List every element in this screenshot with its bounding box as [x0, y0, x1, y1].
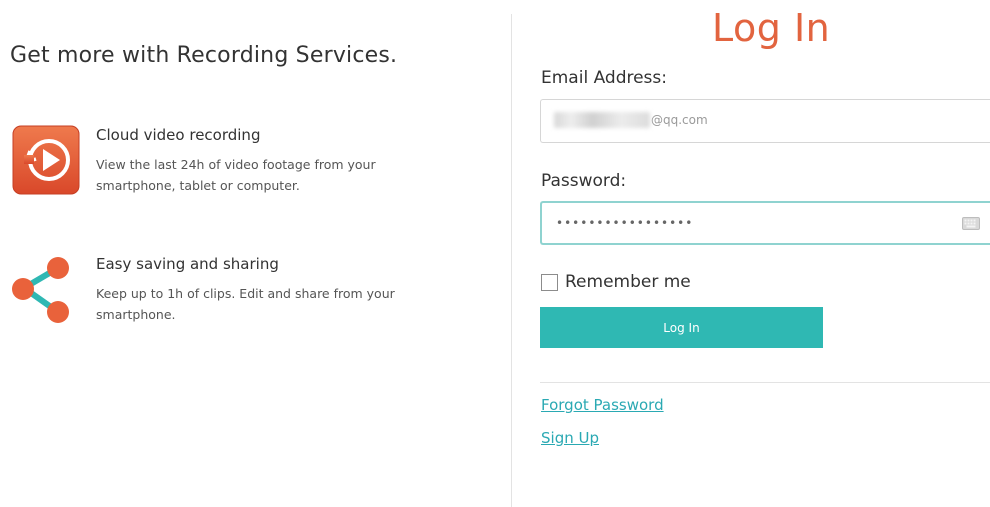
- forgot-password-link[interactable]: Forgot Password: [541, 396, 664, 414]
- feature-description: Keep up to 1h of clips. Edit and share f…: [96, 286, 395, 322]
- cloud-video-recording-icon: [12, 125, 80, 195]
- section-divider: [540, 382, 990, 383]
- share-icon: [12, 257, 69, 323]
- keyboard-icon[interactable]: [962, 217, 980, 230]
- email-field-wrapper: @qq.com: [540, 99, 990, 143]
- sign-up-link[interactable]: Sign Up: [541, 429, 599, 447]
- login-title: Log In: [712, 6, 831, 50]
- password-field[interactable]: [540, 201, 990, 245]
- password-label: Password:: [541, 171, 627, 191]
- email-field[interactable]: [540, 99, 990, 143]
- promo-title: Get more with Recording Services.: [10, 43, 398, 68]
- column-divider: [511, 14, 512, 507]
- feature-text: Easy saving and sharing Keep up to 1h of…: [96, 254, 446, 325]
- email-label: Email Address:: [541, 68, 667, 88]
- remember-me-label[interactable]: Remember me: [565, 272, 691, 292]
- feature-heading: Easy saving and sharing: [96, 255, 279, 273]
- login-button[interactable]: Log In: [540, 307, 823, 348]
- login-page: Get more with Recording Services. Cloud …: [0, 0, 990, 507]
- remember-me[interactable]: Remember me: [541, 270, 691, 294]
- feature-heading: Cloud video recording: [96, 126, 261, 144]
- remember-me-checkbox[interactable]: [541, 273, 558, 291]
- feature-text: Cloud video recording View the last 24h …: [96, 125, 446, 196]
- feature-description: View the last 24h of video footage from …: [96, 157, 376, 193]
